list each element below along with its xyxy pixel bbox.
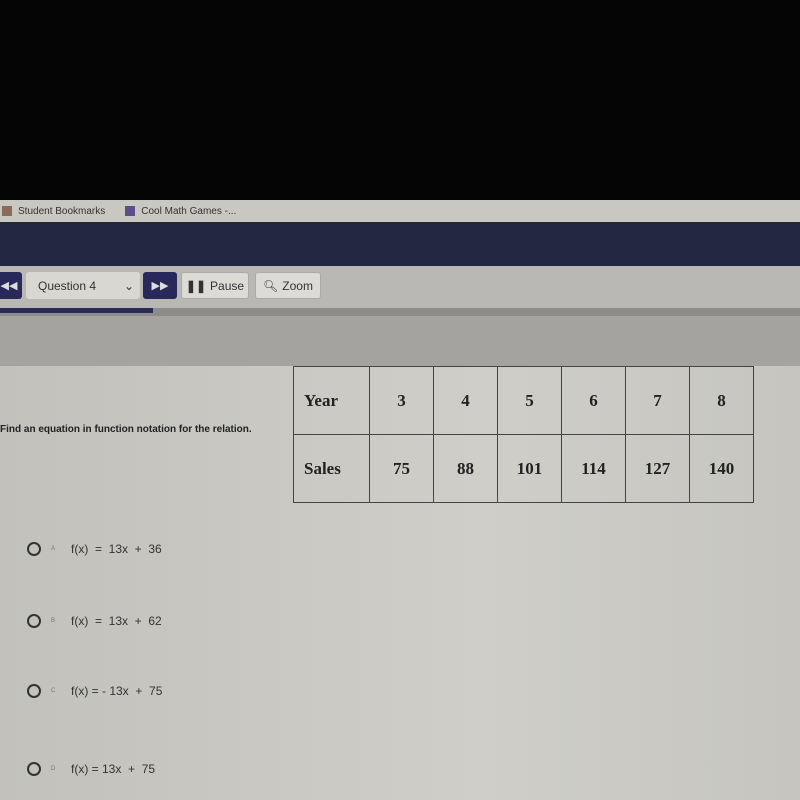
choice-c[interactable]: Cf(x) = - 13x + 75 [27,684,162,698]
table-cell: 4 [433,366,498,435]
choice-d[interactable]: Df(x) = 13x + 75 [27,762,155,776]
question-area: Find an equation in function notation fo… [0,366,800,800]
choice-text: f(x) = 13x + 75 [71,762,156,776]
choice-letter: B [51,618,56,624]
pause-button[interactable]: ❚❚ Pause [181,272,249,299]
row-header: Sales [293,434,370,503]
choice-b[interactable]: Bf(x) = 13x + 62 [27,614,162,628]
table-cell: 101 [497,434,562,503]
magnifier-icon: 🔍︎ [263,278,279,293]
table-cell: 75 [369,434,434,503]
question-toolbar: ◀◀ Question 4 ⌄ ▶▶ ❚❚ Pause 🔍︎ Zoom [0,266,800,308]
radio-button[interactable] [27,684,41,698]
choice-letter: D [51,766,56,772]
choice-a[interactable]: Af(x) = 13x + 36 [27,542,162,556]
table-cell: 88 [433,434,498,503]
choice-letter: A [51,546,56,552]
zoom-label: Zoom [282,278,313,293]
question-select-value: Question 4 [38,278,97,293]
choice-text: f(x) = - 13x + 75 [71,684,163,698]
chevron-down-icon: ⌄ [123,278,134,293]
header-band [0,316,800,366]
radio-button[interactable] [27,542,41,556]
previous-question-button[interactable]: ◀◀ [0,272,22,299]
table-cell: 6 [561,366,626,435]
progress-bar [0,308,800,316]
app-title-bar [0,222,800,266]
radio-button[interactable] [27,762,41,776]
question-select[interactable]: Question 4 ⌄ [26,272,140,299]
pause-label: Pause [210,278,245,293]
fast-forward-icon: ▶▶ [151,280,169,292]
next-question-button[interactable]: ▶▶ [143,272,177,299]
rewind-icon: ◀◀ [0,280,18,292]
progress-fill [0,308,153,313]
table-cell: 3 [369,366,434,435]
radio-button[interactable] [27,614,41,628]
table-cell: 140 [689,434,754,503]
bookmark-student[interactable]: Student Bookmarks [18,206,105,217]
relation-table: Year 3 4 5 6 7 8 Sales 75 88 101 114 127… [293,366,754,503]
bookmark-site-icon [125,206,136,216]
bookmark-folder-icon [2,206,12,216]
table-row-sales: Sales 75 88 101 114 127 140 [293,434,754,503]
choice-letter: C [51,688,56,694]
screen-bezel [0,0,800,200]
row-header: Year [293,366,370,435]
choice-text: f(x) = 13x + 36 [71,542,162,556]
table-cell: 8 [689,366,754,435]
table-cell: 114 [561,434,626,503]
pause-icon: ❚❚ [185,278,207,293]
table-cell: 7 [625,366,690,435]
choice-text: f(x) = 13x + 62 [71,614,162,628]
zoom-button[interactable]: 🔍︎ Zoom [255,272,321,299]
table-row-year: Year 3 4 5 6 7 8 [293,366,754,435]
bookmark-coolmath[interactable]: Cool Math Games -... [141,206,236,217]
question-prompt: Find an equation in function notation fo… [0,424,252,435]
table-cell: 5 [497,366,562,435]
table-cell: 127 [625,434,690,503]
bookmarks-bar: Student Bookmarks Cool Math Games -... [0,200,800,222]
